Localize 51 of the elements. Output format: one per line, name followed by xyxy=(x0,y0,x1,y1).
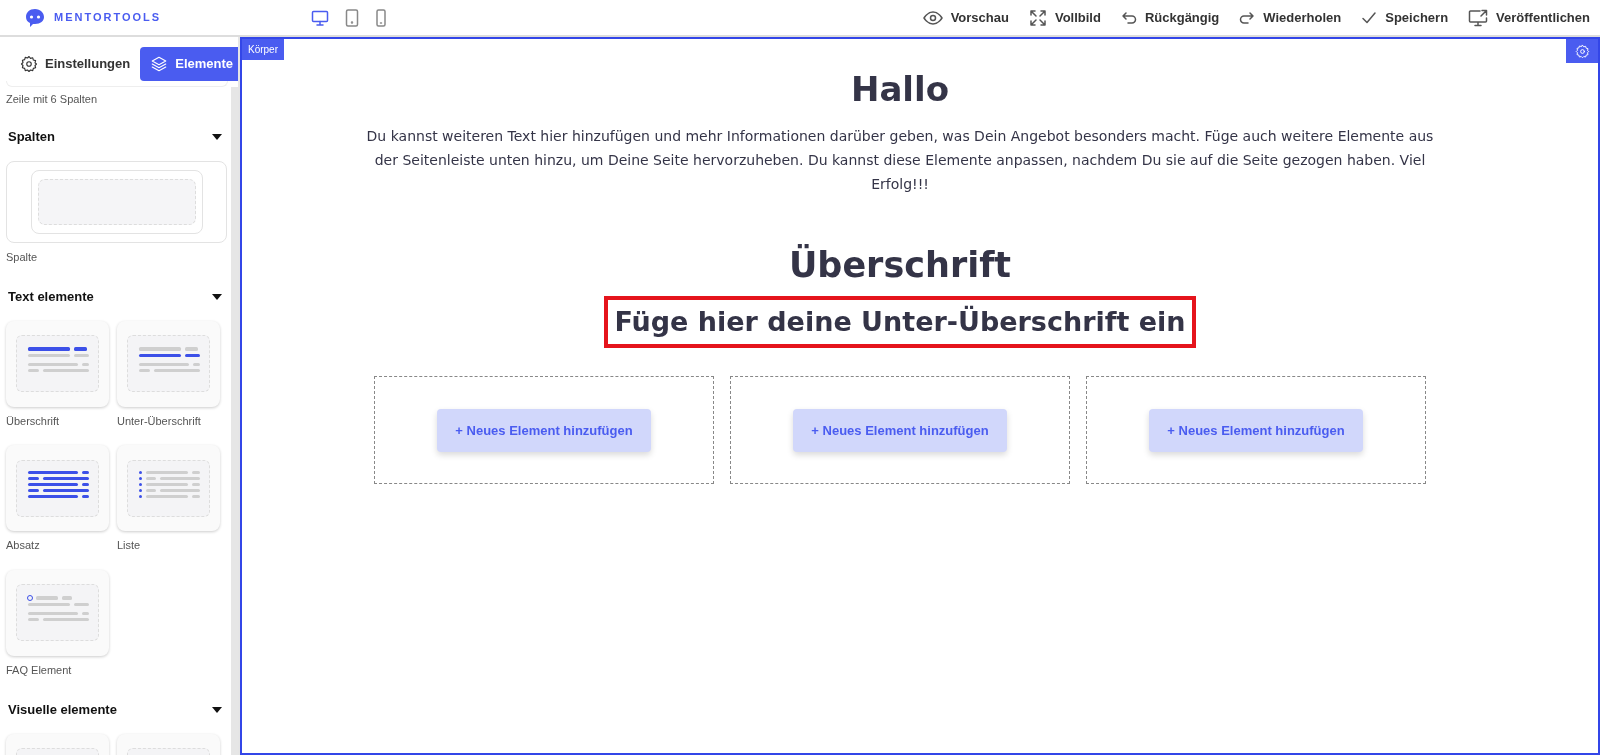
robot-logo-icon xyxy=(24,7,46,28)
element-thumbnail[interactable] xyxy=(6,445,109,531)
monitor-icon xyxy=(1468,8,1489,27)
desktop-view-button[interactable] xyxy=(311,8,330,27)
monitor-button[interactable]: Veröffentlichen xyxy=(1468,7,1590,28)
eye-icon xyxy=(922,9,943,26)
element-label: Überschrift xyxy=(6,413,61,429)
logo-text: MENTORTOOLS xyxy=(54,10,162,26)
element-thumbnail[interactable] xyxy=(6,569,109,656)
check-icon xyxy=(1361,10,1378,25)
add-element-button[interactable]: + Neues Element hinzufügen xyxy=(437,408,651,453)
element-thumbnail[interactable] xyxy=(6,320,109,407)
heading: Überschrift xyxy=(787,243,1013,286)
eye-button[interactable]: Vorschau xyxy=(922,7,1009,28)
element-label: Liste xyxy=(117,538,142,553)
layers-icon xyxy=(150,54,169,73)
element-label: Unter-Überschrift xyxy=(117,413,202,429)
add-element-button[interactable]: + Neues Element hinzufügen xyxy=(793,408,1007,453)
element-label: Absatz xyxy=(6,538,41,553)
section-title: Visuelle elemente xyxy=(8,701,117,719)
settings-icon xyxy=(1574,43,1590,59)
tablet-view-button[interactable] xyxy=(345,8,360,27)
caret-icon[interactable] xyxy=(212,293,222,300)
add-element-button[interactable]: + Neues Element hinzufügen xyxy=(1149,408,1363,453)
body-tag: Körper xyxy=(242,39,284,60)
element-thumbnail[interactable] xyxy=(117,445,220,531)
element-label: FAQ Element xyxy=(6,662,73,678)
undo-button[interactable]: Rückgängig xyxy=(1120,7,1220,28)
phone-view-button[interactable] xyxy=(375,8,388,27)
caret-icon[interactable] xyxy=(212,706,222,713)
redo-icon xyxy=(1239,10,1256,25)
section-title: Text elemente xyxy=(8,288,94,306)
sidebar-tab[interactable]: Elemente xyxy=(140,47,238,81)
section-title: Spalten xyxy=(8,128,55,146)
expand-icon xyxy=(1028,8,1047,27)
redo-button[interactable]: Wiederholen xyxy=(1239,7,1342,28)
sidebar-tab[interactable]: Einstellungen xyxy=(10,47,141,81)
caret-icon[interactable] xyxy=(212,133,222,140)
scrollbar[interactable] xyxy=(231,87,238,755)
settings-button[interactable] xyxy=(1566,39,1598,63)
settings-icon xyxy=(20,54,38,73)
element-thumbnail[interactable] xyxy=(117,320,220,407)
subheading: Füge hier deine Unter-Überschrift ein xyxy=(604,295,1196,349)
expand-button[interactable]: Vollbild xyxy=(1028,7,1101,28)
element-label: Zeile mit 6 Spalten xyxy=(6,91,99,107)
undo-icon xyxy=(1120,10,1137,25)
body-paragraph: Du kannst weiteren Text hier hinzufügen und mehr Informationen darüber geben, was Dein Angebot besonders macht. Füge auch weitere Elemente aus der Seitenleiste unten hinzu, um Deine Seite hervorzuheben. Du kannst diese Elemente anpassen, nachdem Du sie auf die Seite gezogen haben. Viel Erfolg!!! xyxy=(365,126,1435,194)
check-button[interactable]: Speichern xyxy=(1361,7,1449,28)
element-thumbnail[interactable] xyxy=(6,160,227,243)
page-title: Hallo xyxy=(849,69,951,110)
element-label: Spalte xyxy=(6,249,39,265)
